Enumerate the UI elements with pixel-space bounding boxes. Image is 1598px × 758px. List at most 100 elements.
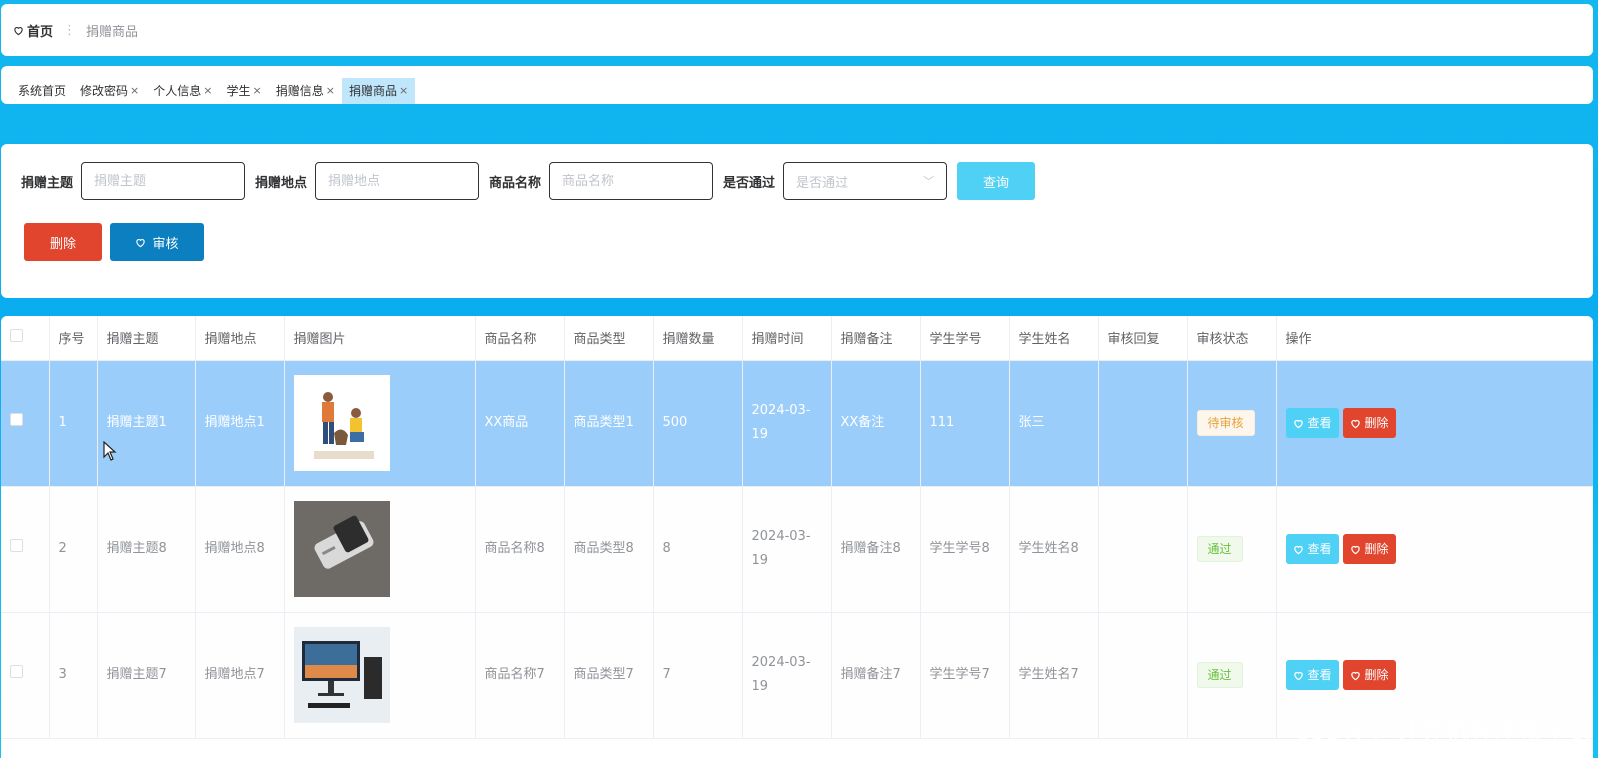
breadcrumb-home[interactable]: 首页 xyxy=(13,21,53,40)
row-delete-button[interactable]: 删除 xyxy=(1342,408,1396,438)
tab-bar: 系统首页 修改密码 × 个人信息 × 学生 × 捐赠信息 × 捐赠商品 × xyxy=(1,66,1593,104)
device-image xyxy=(293,501,390,597)
image-cell xyxy=(284,612,476,739)
heart-icon xyxy=(1293,671,1303,680)
cell-index: 3 xyxy=(49,612,98,739)
place-label: 捐赠地点 xyxy=(255,175,308,191)
row-delete-button[interactable]: 删除 xyxy=(1342,534,1396,564)
close-icon[interactable]: × xyxy=(203,78,212,104)
column-header: 捐赠时间 xyxy=(742,316,832,361)
tab-3[interactable]: 学生 × xyxy=(219,78,268,104)
cell-sid: 学生学号8 xyxy=(920,486,1010,613)
view-button[interactable]: 查看 xyxy=(1285,534,1339,564)
breadcrumb-separator: ⋮ xyxy=(63,22,77,38)
cell-time: 2024-03-19 xyxy=(742,360,832,487)
tab-2[interactable]: 个人信息 × xyxy=(146,78,219,104)
product-name-input[interactable] xyxy=(549,162,714,200)
close-icon[interactable]: × xyxy=(130,78,139,104)
heart-icon xyxy=(14,26,23,35)
audit-button-label: 审核 xyxy=(152,236,179,252)
column-header: 商品类型 xyxy=(564,316,654,361)
tab-1[interactable]: 修改密码 × xyxy=(73,78,146,104)
cell-qty: 7 xyxy=(653,612,743,739)
status-badge: 通过 xyxy=(1196,662,1243,688)
theme-input[interactable] xyxy=(81,162,246,200)
cell-type: 商品类型7 xyxy=(564,612,654,739)
cell-name: 商品名称7 xyxy=(475,612,565,739)
image-cell xyxy=(284,360,476,487)
view-button-label: 查看 xyxy=(1307,668,1332,682)
approved-select[interactable]: 是否通过 ﹀ xyxy=(783,162,948,200)
table-body: 1 捐赠主题1 捐赠地点1 XX商品 商品类型1 500 2024-03-19 XX备注 111… xyxy=(1,360,1593,739)
breadcrumb-current: 捐赠商品 xyxy=(86,24,139,40)
select-all-cell xyxy=(1,316,50,361)
table-row[interactable]: 1 捐赠主题1 捐赠地点1 XX商品 商品类型1 500 2024-03-19 XX备注 111… xyxy=(1,360,1593,487)
column-header: 操作 xyxy=(1276,316,1593,361)
audit-button[interactable]: 审核 xyxy=(110,223,204,261)
row-delete-button-label: 删除 xyxy=(1364,542,1389,556)
watermark: CSDN @计算机程序猿学长 xyxy=(1292,717,1592,745)
breadcrumb: 首页 ⋮ 捐赠商品 xyxy=(1,4,1593,56)
table-header-row: 序号 捐赠主题 捐赠地点 捐赠图片 商品名称 商品类型 捐赠数量 捐赠时间 捐赠备注 学生学号 学生… xyxy=(1,316,1593,361)
select-all-checkbox[interactable] xyxy=(10,329,23,343)
heart-icon xyxy=(1350,419,1360,428)
close-icon[interactable]: × xyxy=(399,78,408,104)
cell-name: 商品名称8 xyxy=(475,486,565,613)
operations-cell: 查看 删除 xyxy=(1276,486,1593,613)
status-cell: 通过 xyxy=(1187,486,1277,613)
row-delete-button-label: 删除 xyxy=(1364,668,1389,682)
search-row: 捐赠主题 捐赠地点 商品名称 是否通过 是否通过 ﹀ 查询 xyxy=(21,162,1036,200)
column-header: 捐赠主题 xyxy=(97,316,196,361)
heart-icon xyxy=(1293,545,1303,554)
search-panel: 捐赠主题 捐赠地点 商品名称 是否通过 是否通过 ﹀ 查询 删除 审核 xyxy=(1,144,1593,298)
status-badge: 通过 xyxy=(1196,536,1243,562)
view-button-label: 查看 xyxy=(1307,416,1332,430)
query-button[interactable]: 查询 xyxy=(957,162,1036,200)
view-button[interactable]: 查看 xyxy=(1285,408,1339,438)
cell-sname: 张三 xyxy=(1009,360,1099,487)
cell-note: 捐赠备注8 xyxy=(831,486,921,613)
view-button[interactable]: 查看 xyxy=(1285,660,1339,690)
row-checkbox[interactable] xyxy=(10,539,23,552)
tab-label: 系统首页 xyxy=(18,84,67,98)
heart-icon xyxy=(1350,671,1360,680)
row-delete-button[interactable]: 删除 xyxy=(1342,660,1396,690)
tab-5[interactable]: 捐赠商品 × xyxy=(341,78,416,104)
cell-reply xyxy=(1098,486,1188,613)
image-cell xyxy=(284,486,476,613)
view-button-label: 查看 xyxy=(1307,542,1332,556)
approved-select-placeholder: 是否通过 xyxy=(796,175,849,191)
operations-cell: 查看 删除 xyxy=(1276,360,1593,487)
row-checkbox[interactable] xyxy=(10,413,23,426)
theme-label: 捐赠主题 xyxy=(21,175,74,191)
close-icon[interactable]: × xyxy=(326,78,335,104)
cell-theme: 捐赠主题7 xyxy=(97,612,196,739)
cell-theme: 捐赠主题8 xyxy=(97,486,196,613)
computer-image xyxy=(293,627,390,723)
cell-name: XX商品 xyxy=(475,360,565,487)
row-delete-button-label: 删除 xyxy=(1364,416,1389,430)
cell-qty: 8 xyxy=(653,486,743,613)
cell-index: 2 xyxy=(49,486,98,613)
cell-index: 1 xyxy=(49,360,98,487)
breadcrumb-home-label: 首页 xyxy=(27,24,54,40)
row-checkbox[interactable] xyxy=(10,665,23,678)
cell-type: 商品类型1 xyxy=(564,360,654,487)
tab-4[interactable]: 捐赠信息 × xyxy=(269,78,342,104)
column-header: 审核回复 xyxy=(1098,316,1188,361)
cell-theme: 捐赠主题1 xyxy=(97,360,196,487)
status-cell: 待审核 xyxy=(1187,360,1277,487)
table-row[interactable]: 2 捐赠主题8 捐赠地点8 商品名称8 商品类型8 8 2024-03-19 捐赠备注8 学生学… xyxy=(1,486,1593,613)
close-icon[interactable]: × xyxy=(253,78,262,104)
heart-icon xyxy=(136,238,146,247)
tab-label: 捐赠信息 xyxy=(275,84,324,98)
data-table: 序号 捐赠主题 捐赠地点 捐赠图片 商品名称 商品类型 捐赠数量 捐赠时间 捐赠备注 学生学号 学生… xyxy=(1,316,1593,739)
cell-type: 商品类型8 xyxy=(564,486,654,613)
batch-delete-button[interactable]: 删除 xyxy=(24,223,102,261)
cell-note: 捐赠备注7 xyxy=(831,612,921,739)
status-badge: 待审核 xyxy=(1196,410,1255,436)
cell-reply xyxy=(1098,360,1188,487)
place-input[interactable] xyxy=(315,162,480,200)
cell-qty: 500 xyxy=(653,360,743,487)
tab-0[interactable]: 系统首页 xyxy=(11,78,73,104)
